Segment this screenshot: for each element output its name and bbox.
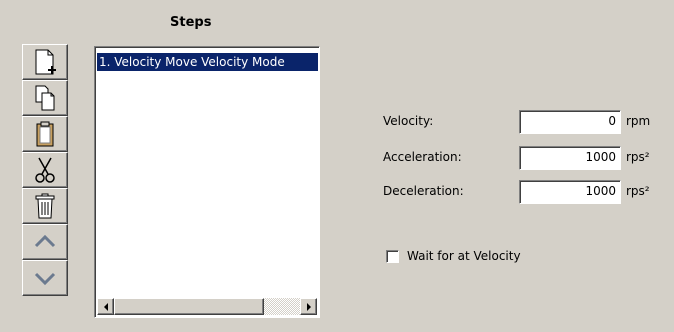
chevron-up-icon	[33, 232, 57, 252]
clipboard-icon	[33, 120, 57, 148]
scroll-right-button[interactable]	[300, 298, 317, 315]
cut-step-button[interactable]	[22, 152, 68, 188]
steps-list[interactable]: 1. Velocity Move Velocity Mode	[94, 46, 320, 318]
scroll-left-button[interactable]	[97, 298, 114, 315]
copy-icon	[33, 84, 57, 112]
velocity-unit: rpm	[626, 114, 651, 128]
trash-icon	[33, 192, 57, 220]
wait-for-velocity-label[interactable]: Wait for at Velocity	[407, 249, 521, 263]
wait-for-velocity-checkbox[interactable]	[386, 249, 399, 263]
deceleration-unit: rps²	[626, 184, 650, 198]
wait-for-velocity-row: Wait for at Velocity	[386, 249, 521, 263]
acceleration-unit: rps²	[626, 150, 650, 164]
velocity-input[interactable]: 0	[519, 110, 621, 134]
scroll-thumb[interactable]	[114, 298, 264, 315]
new-page-icon	[33, 48, 57, 76]
acceleration-input[interactable]: 1000	[519, 146, 621, 170]
steps-title: Steps	[170, 15, 212, 30]
scissors-icon	[33, 156, 57, 184]
steps-toolbar	[22, 44, 68, 296]
velocity-label: Velocity:	[383, 114, 434, 128]
deceleration-label: Deceleration:	[383, 184, 464, 198]
list-item[interactable]: 1. Velocity Move Velocity Mode	[97, 53, 318, 71]
deceleration-input[interactable]: 1000	[519, 180, 621, 204]
move-up-button[interactable]	[22, 224, 68, 260]
new-step-button[interactable]	[22, 44, 68, 80]
delete-step-button[interactable]	[22, 188, 68, 224]
acceleration-label: Acceleration:	[383, 150, 462, 164]
paste-step-button[interactable]	[22, 116, 68, 152]
move-down-button[interactable]	[22, 260, 68, 296]
horizontal-scrollbar[interactable]	[97, 298, 317, 315]
chevron-down-icon	[33, 268, 57, 288]
copy-step-button[interactable]	[22, 80, 68, 116]
